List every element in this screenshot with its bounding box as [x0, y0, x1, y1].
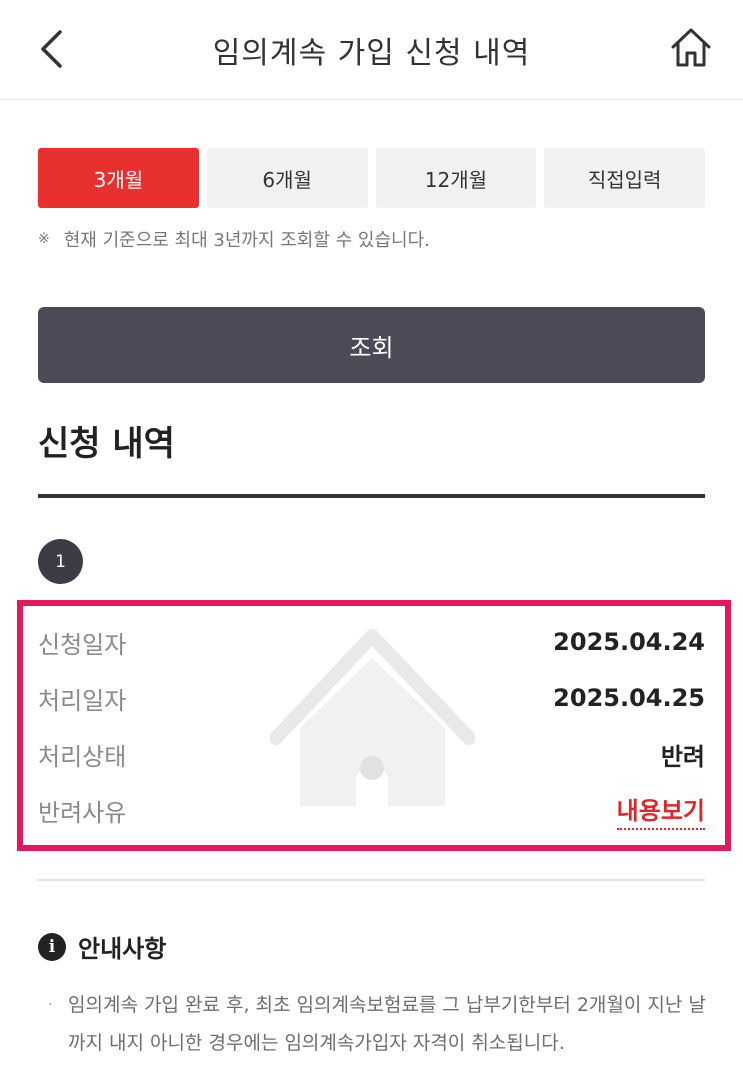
notice-mark: ※	[38, 231, 50, 247]
reject-reason-label: 반려사유	[38, 798, 127, 827]
guide-item: · 임의계속 가입 완료 후, 최초 임의계속보험료를 그 납부기한부터 2개월…	[48, 986, 708, 1062]
info-row-apply-date: 신청일자 2025.04.24	[38, 622, 705, 662]
header-bar: 임의계속 가입 신청 내역	[0, 0, 743, 100]
process-status-label: 처리상태	[38, 742, 127, 771]
guide-text: 임의계속 가입 완료 후, 최초 임의계속보험료를 그 납부기한부터 2개월이 …	[68, 994, 706, 1054]
page-title: 임의계속 가입 신청 내역	[212, 36, 531, 71]
section-title: 신청 내역	[38, 424, 175, 464]
process-status-value: 반려	[660, 742, 705, 771]
guide-header: i 안내사항	[38, 929, 166, 964]
period-tabs: 3개월 6개월 12개월 직접입력	[38, 148, 705, 208]
guide-title: 안내사항	[78, 935, 167, 963]
home-button[interactable]	[667, 22, 715, 72]
period-notice: ※ 현재 기준으로 최대 3년까지 조회할 수 있습니다.	[38, 226, 430, 252]
home-icon	[671, 28, 711, 67]
info-row-reject-reason: 반려사유 내용보기	[38, 790, 705, 830]
tab-6-months[interactable]: 6개월	[206, 148, 368, 208]
process-date-label: 처리일자	[38, 686, 127, 715]
apply-date-value: 2025.04.24	[553, 628, 705, 656]
item-index-badge: 1	[38, 539, 83, 584]
tab-12-months[interactable]: 12개월	[375, 148, 537, 208]
apply-date-label: 신청일자	[38, 630, 127, 659]
content-divider	[38, 879, 705, 881]
info-icon: i	[38, 932, 66, 961]
process-date-value: 2025.04.25	[553, 684, 705, 712]
guide-bullet: ·	[48, 997, 53, 1013]
info-row-process-status: 처리상태 반려	[38, 734, 705, 774]
notice-text: 현재 기준으로 최대 3년까지 조회할 수 있습니다.	[63, 230, 430, 251]
view-details-link[interactable]: 내용보기	[616, 791, 705, 830]
search-button[interactable]: 조회	[38, 307, 705, 383]
info-row-process-date: 처리일자 2025.04.25	[38, 678, 705, 718]
tab-3-months[interactable]: 3개월	[38, 148, 199, 208]
tab-custom-input[interactable]: 직접입력	[544, 148, 705, 208]
section-divider	[38, 494, 705, 498]
